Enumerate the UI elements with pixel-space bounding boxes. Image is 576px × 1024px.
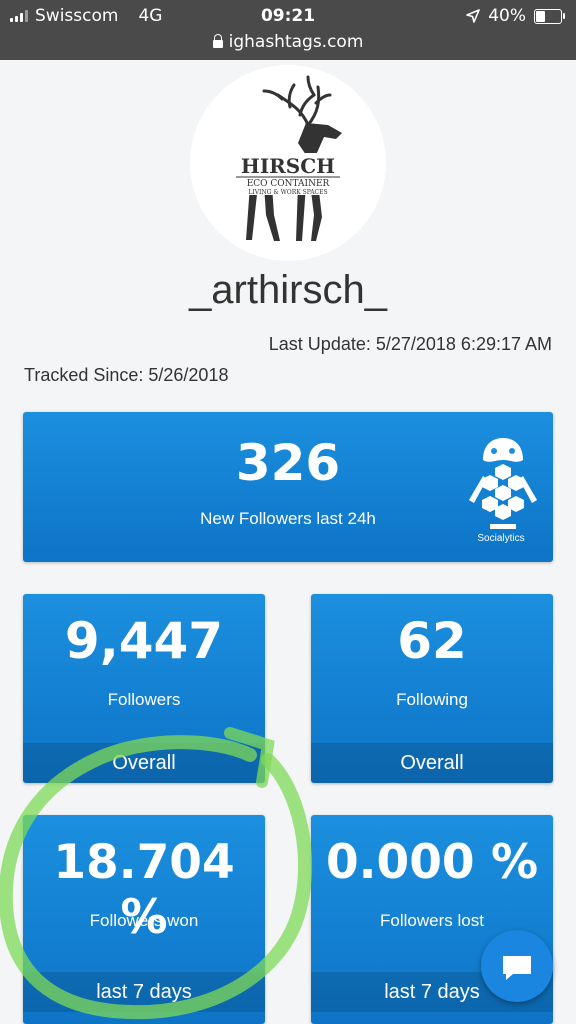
followers-label: Followers bbox=[107, 690, 181, 709]
chat-bubble-icon bbox=[503, 956, 531, 980]
followers-lost-label: Followers lost bbox=[380, 911, 484, 930]
page-content: HIRSCH ECO CONTAINER LIVING & WORK SPACE… bbox=[0, 60, 576, 1024]
chat-button[interactable] bbox=[481, 930, 553, 1002]
following-period: Overall bbox=[311, 743, 553, 783]
logo-line1: ECO CONTAINER bbox=[247, 179, 330, 189]
following-value: 62 bbox=[397, 612, 467, 670]
stag-logo: HIRSCH ECO CONTAINER LIVING & WORK SPACE… bbox=[230, 75, 346, 241]
logo-line2: LIVING & WORK SPACES bbox=[248, 189, 327, 196]
last-update: Last Update: 5/27/2018 6:29:17 AM bbox=[268, 334, 552, 354]
profile-username: _arthirsch_ bbox=[189, 268, 387, 312]
battery-icon bbox=[534, 8, 565, 24]
url-bar[interactable]: ighashtags.com bbox=[0, 32, 576, 52]
battery-percent: 40% bbox=[488, 6, 526, 26]
followers-won-label: Followers won bbox=[89, 911, 199, 930]
url-text[interactable]: ighashtags.com bbox=[229, 32, 364, 52]
socialytics-label: Socialytics bbox=[477, 533, 525, 544]
following-card: 62 Following Overall bbox=[311, 594, 553, 783]
followers-won-period: last 7 days bbox=[23, 972, 265, 1012]
lock-icon bbox=[212, 34, 223, 48]
profile-avatar: HIRSCH ECO CONTAINER LIVING & WORK SPACE… bbox=[190, 65, 386, 261]
followers-value: 9,447 bbox=[64, 612, 224, 670]
status-right: 40% bbox=[466, 6, 565, 26]
followers-won-card: 18.704 % Followers won last 7 days bbox=[23, 815, 265, 1024]
logo-brand: HIRSCH bbox=[241, 154, 335, 178]
tracked-since: Tracked Since: 5/26/2018 bbox=[24, 365, 229, 385]
location-arrow-icon bbox=[466, 9, 481, 23]
new-followers-card: 326 New Followers last 24h Socialytics bbox=[23, 412, 553, 562]
following-label: Following bbox=[396, 690, 468, 709]
socialytics-robot-icon bbox=[469, 438, 537, 529]
status-bar: Swisscom 4G 09:21 40% ighashtags.com bbox=[0, 0, 576, 60]
followers-period: Overall bbox=[23, 743, 265, 783]
followers-lost-value: 0.000 % bbox=[325, 835, 539, 890]
followers-card: 9,447 Followers Overall bbox=[23, 594, 265, 783]
